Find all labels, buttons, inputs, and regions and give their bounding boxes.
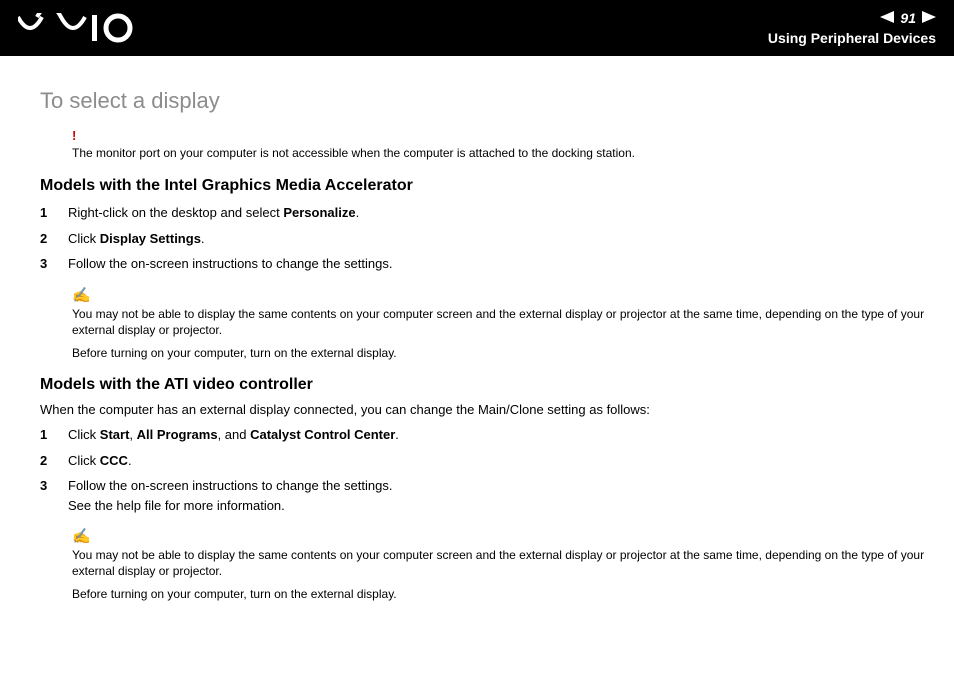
step-number: 2 — [40, 451, 52, 471]
next-page-arrow-icon[interactable] — [922, 9, 936, 27]
t: . — [395, 427, 399, 442]
t: Click — [68, 427, 100, 442]
list-item: 3 Follow the on-screen instructions to c… — [40, 254, 930, 274]
step-body: Click CCC. — [68, 451, 930, 471]
step-line1: Follow the on-screen instructions to cha… — [68, 478, 392, 493]
page-nav: 91 — [768, 9, 936, 27]
step-post: . — [201, 231, 205, 246]
page-header: 91 Using Peripheral Devices — [0, 0, 954, 56]
b: All Programs — [137, 427, 218, 442]
step-number: 2 — [40, 229, 52, 249]
section-name: Using Peripheral Devices — [768, 29, 936, 47]
step-bold: Display Settings — [100, 231, 201, 246]
section1-followup: Before turning on your computer, turn on… — [72, 346, 930, 360]
b: Catalyst Control Center — [250, 427, 395, 442]
step-body: Click Start, All Programs, and Catalyst … — [68, 425, 930, 445]
section2-note: ✍ You may not be able to display the sam… — [72, 527, 930, 579]
list-item: 1 Right-click on the desktop and select … — [40, 203, 930, 223]
prev-page-arrow-icon[interactable] — [880, 9, 894, 27]
step-text: Right-click on the desktop and select — [68, 205, 283, 220]
list-item: 1 Click Start, All Programs, and Catalys… — [40, 425, 930, 445]
section2-followup: Before turning on your computer, turn on… — [72, 587, 930, 601]
step-line2: See the help file for more information. — [68, 498, 285, 513]
step-number: 1 — [40, 425, 52, 445]
t: Click — [68, 453, 100, 468]
section1-note: ✍ You may not be able to display the sam… — [72, 286, 930, 338]
step-text: Click — [68, 231, 100, 246]
t: , and — [218, 427, 251, 442]
step-bold: Personalize — [283, 205, 355, 220]
step-body: Follow the on-screen instructions to cha… — [68, 254, 930, 274]
warning-text: The monitor port on your computer is not… — [72, 146, 635, 160]
list-item: 2 Click Display Settings. — [40, 229, 930, 249]
note-icon: ✍ — [72, 527, 91, 545]
step-body: Follow the on-screen instructions to cha… — [68, 476, 930, 515]
step-body: Right-click on the desktop and select Pe… — [68, 203, 930, 223]
section1-heading: Models with the Intel Graphics Media Acc… — [40, 177, 930, 195]
t: . — [128, 453, 132, 468]
warning-icon: ! — [72, 128, 930, 143]
vaio-logo — [18, 10, 138, 46]
step-text: Follow the on-screen instructions to cha… — [68, 256, 392, 271]
list-item: 2 Click CCC. — [40, 451, 930, 471]
section2-steps: 1 Click Start, All Programs, and Catalys… — [40, 425, 930, 515]
page-title: To select a display — [40, 88, 930, 114]
page-content: To select a display ! The monitor port o… — [0, 56, 954, 639]
b: Start — [100, 427, 130, 442]
t: , — [129, 427, 136, 442]
step-number: 1 — [40, 203, 52, 223]
list-item: 3 Follow the on-screen instructions to c… — [40, 476, 930, 515]
header-right: 91 Using Peripheral Devices — [768, 9, 936, 47]
note-text: You may not be able to display the same … — [72, 306, 930, 338]
section2-heading: Models with the ATI video controller — [40, 376, 930, 394]
note-text: You may not be able to display the same … — [72, 547, 930, 579]
step-number: 3 — [40, 476, 52, 515]
section2-intro: When the computer has an external displa… — [40, 402, 930, 417]
step-number: 3 — [40, 254, 52, 274]
step-post: . — [356, 205, 360, 220]
note-icon: ✍ — [72, 286, 91, 304]
section1-steps: 1 Right-click on the desktop and select … — [40, 203, 930, 274]
step-body: Click Display Settings. — [68, 229, 930, 249]
b: CCC — [100, 453, 128, 468]
page-number: 91 — [900, 9, 916, 27]
warning-block: ! The monitor port on your computer is n… — [72, 128, 930, 161]
